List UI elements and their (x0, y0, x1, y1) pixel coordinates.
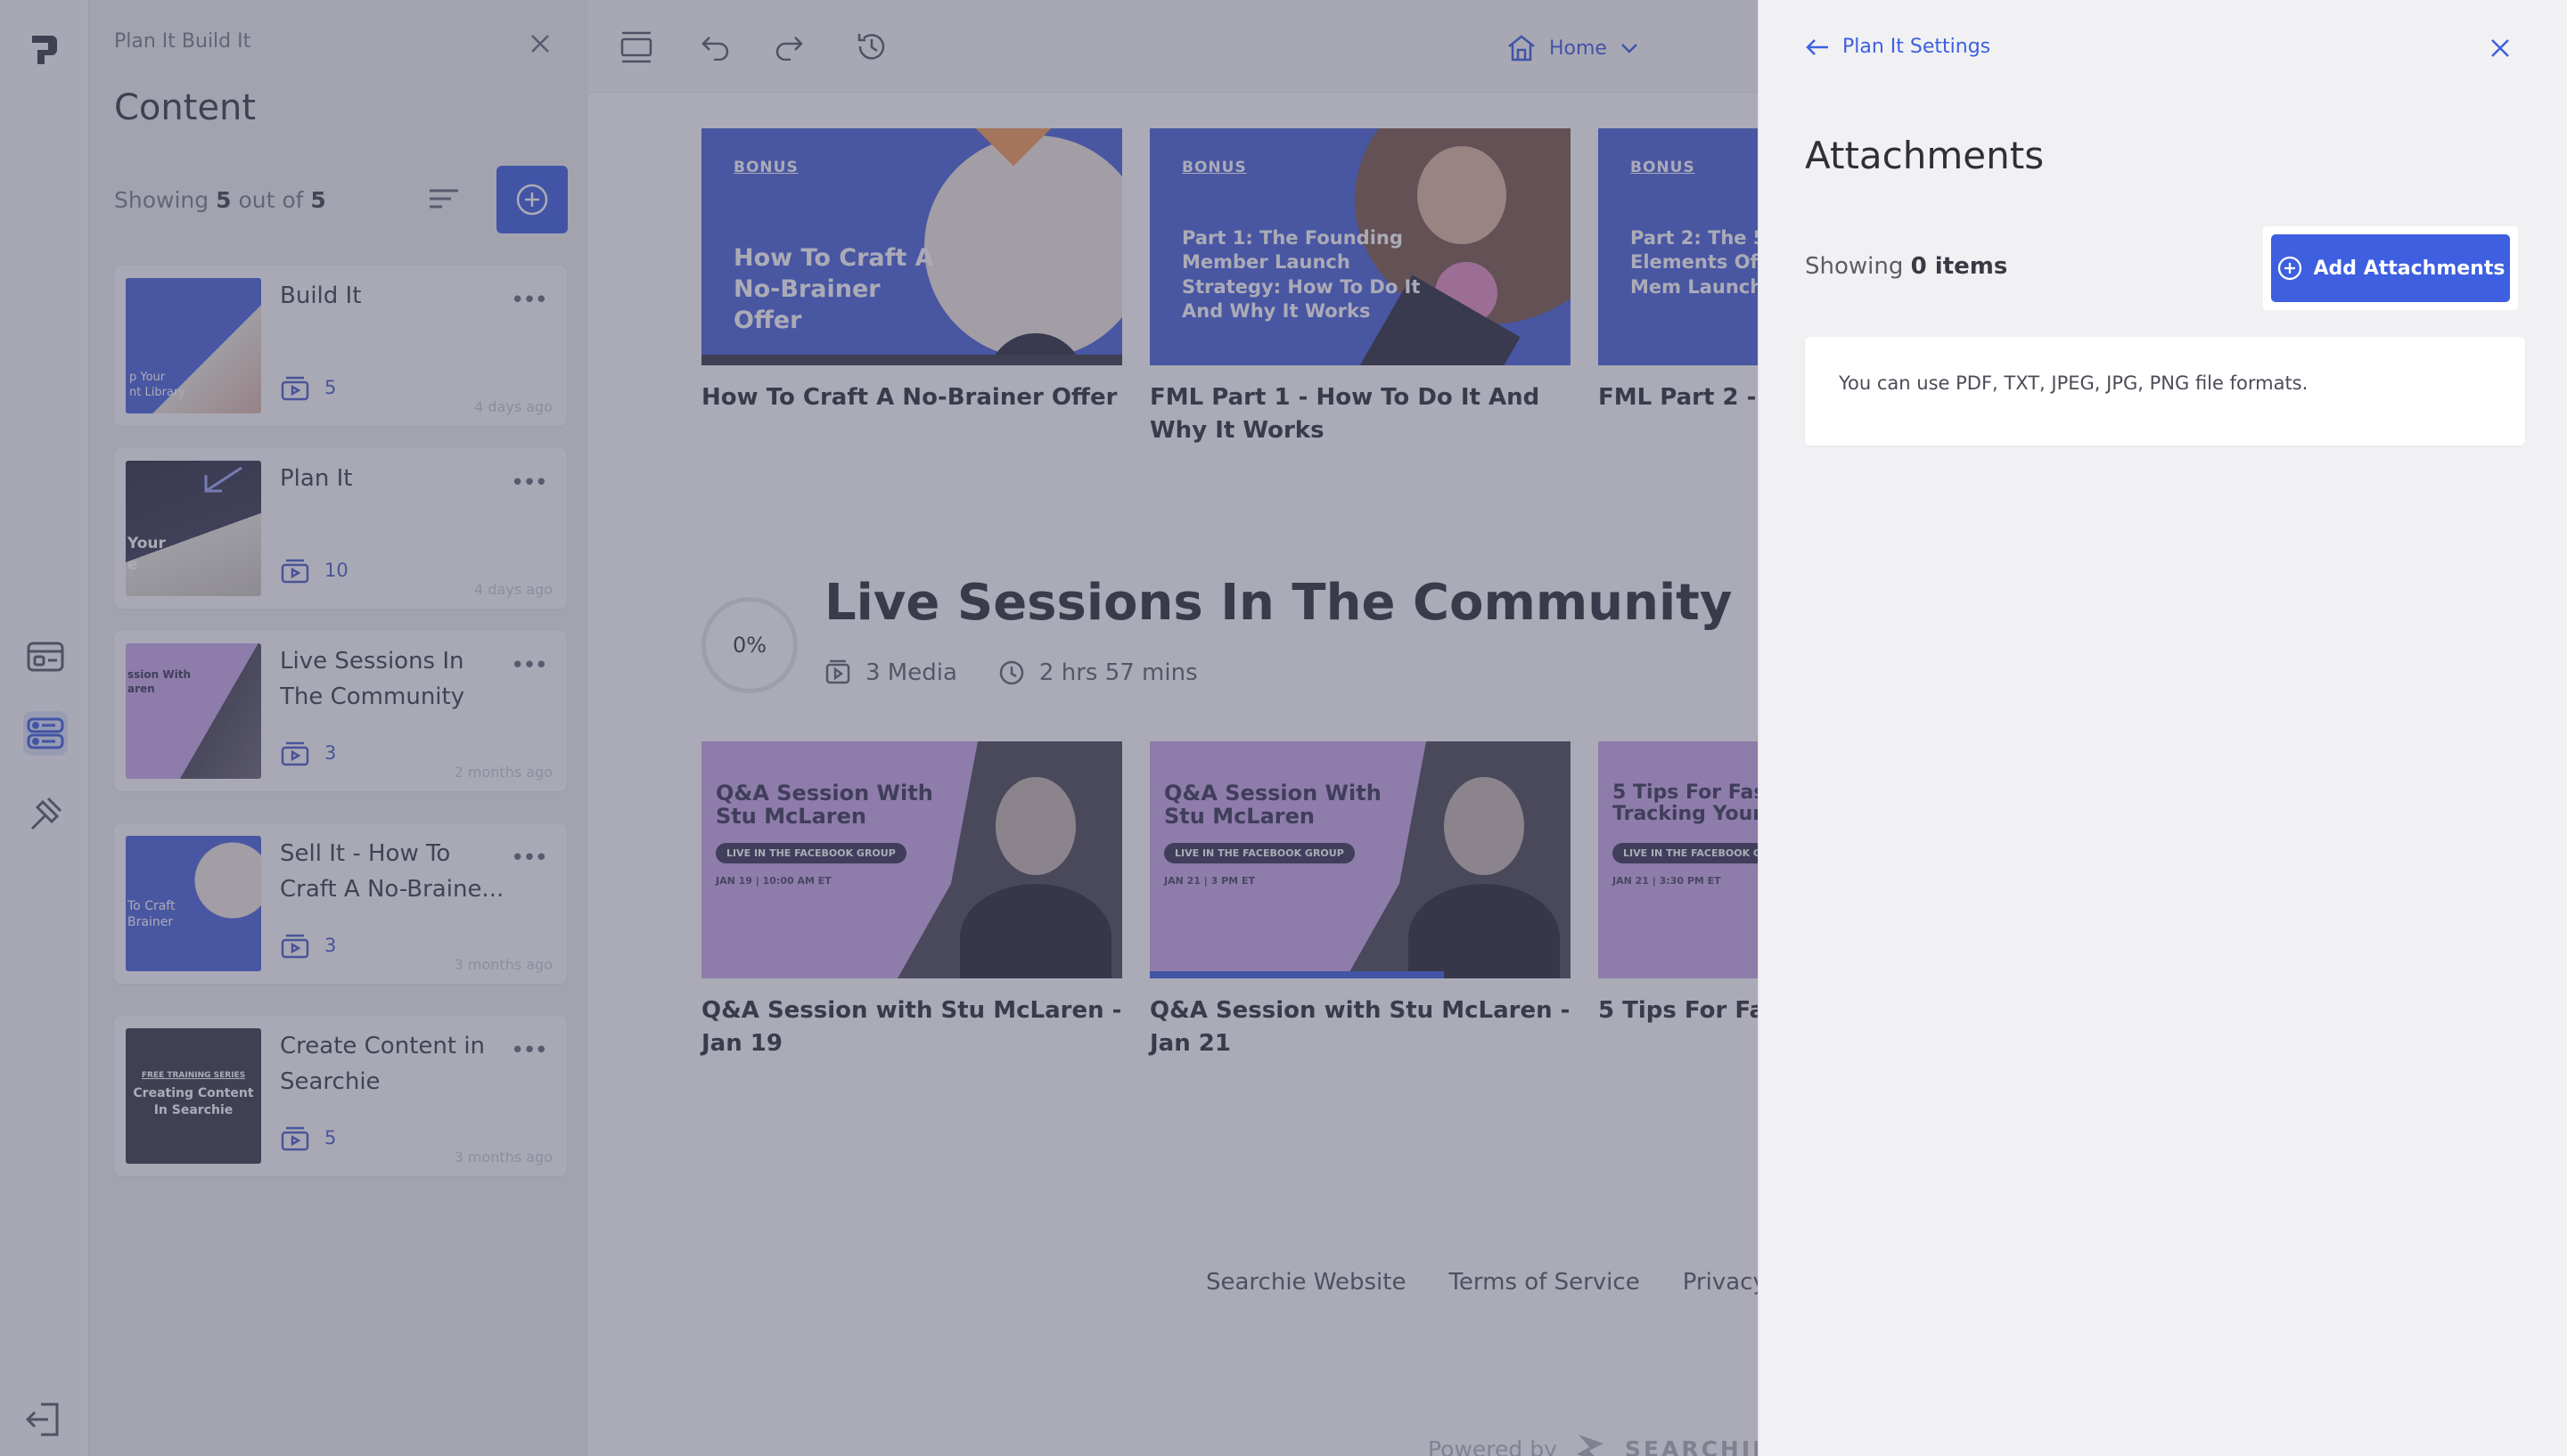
close-drawer-icon[interactable] (2489, 37, 2511, 62)
attachments-count-prefix: Showing (1805, 253, 1904, 280)
plus-circle-icon (2277, 256, 2301, 281)
back-label: Plan It Settings (1842, 36, 1991, 58)
attachments-count: Showing 0 items (1805, 253, 2007, 280)
arrow-left-icon (1806, 38, 1828, 55)
add-attachments-button[interactable]: Add Attachments (2271, 234, 2510, 302)
attachments-count-value: 0 items (1910, 253, 2008, 280)
settings-drawer: Plan It Settings Attachments Showing 0 i… (1758, 0, 2567, 1456)
modal-overlay[interactable] (0, 0, 1758, 1456)
drawer-title: Attachments (1805, 134, 2045, 177)
add-attachments-highlight: Add Attachments (2263, 226, 2518, 310)
add-attachments-label: Add Attachments (2313, 257, 2505, 280)
file-format-hint: You can use PDF, TXT, JPEG, JPG, PNG fil… (1805, 337, 2525, 446)
back-to-settings-link[interactable]: Plan It Settings (1805, 36, 1990, 58)
